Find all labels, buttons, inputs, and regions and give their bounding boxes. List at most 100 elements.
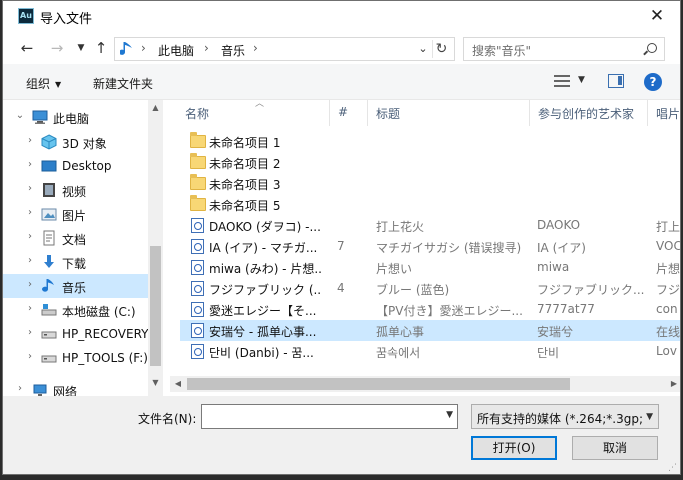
scroll-right-arrow-icon[interactable]: ▶ <box>666 376 680 392</box>
sidebar-item-label: 视频 <box>62 185 87 199</box>
sidebar-item-label: 网络 <box>53 385 78 396</box>
file-row[interactable]: 愛迷エレジー【そ... 【PV付き】愛迷エレジー... 7777at77 con <box>180 299 680 320</box>
chevron-down-icon[interactable]: ▼ <box>446 410 453 420</box>
sidebar-item-downloads[interactable]: › 下载 <box>3 250 148 274</box>
chevron-right-icon[interactable]: › <box>25 159 35 170</box>
navigation-pane: ⌄ 此电脑 › 3D 对象 › Desktop › 视频 › 图片 › 文档 ›… <box>3 100 163 396</box>
sidebar-item-hp-recovery[interactable]: › HP_RECOVERY <box>3 322 148 346</box>
folder-icon <box>190 174 206 190</box>
scrollbar-thumb[interactable] <box>150 246 161 366</box>
file-row[interactable]: 未命名项目 1 <box>180 131 680 152</box>
sidebar-item-documents[interactable]: › 文档 <box>3 226 148 250</box>
media-file-icon <box>191 260 204 275</box>
sidebar-item-this-pc[interactable]: ⌄ 此电脑 <box>3 105 148 129</box>
sidebar-item-hp-tools[interactable]: › HP_TOOLS (F:) <box>3 346 148 370</box>
filetype-select[interactable]: 所有支持的媒体 (*.264;*.3gp;* ▼ <box>471 404 659 429</box>
track-artist: 단비 <box>537 346 560 360</box>
new-folder-button[interactable]: 新建文件夹 <box>93 75 153 92</box>
up-button[interactable]: ↑ <box>91 38 111 58</box>
sidebar-item-pictures[interactable]: › 图片 <box>3 202 148 226</box>
organize-menu[interactable]: 组织 ▼ <box>26 75 61 92</box>
close-button[interactable]: ✕ <box>634 1 680 32</box>
help-icon[interactable]: ? <box>644 73 662 91</box>
column-header-album[interactable]: 唱片 <box>648 100 680 126</box>
chevron-right-icon[interactable]: › <box>25 183 35 194</box>
chevron-right-icon[interactable]: › <box>25 351 35 362</box>
folder-icon <box>190 132 206 148</box>
horizontal-scrollbar[interactable]: ◀ ▶ <box>170 376 680 392</box>
chevron-right-icon[interactable]: › <box>25 135 35 146</box>
open-button[interactable]: 打开(O) <box>471 436 557 460</box>
sidebar-item-music[interactable]: › 音乐 <box>3 274 148 298</box>
file-row[interactable]: 安瑞兮 - 孤单心事... 孤单心事 安瑞兮 在线 <box>180 320 681 341</box>
file-row[interactable]: フジファブリック (... 4 ブルー (蓝色) フジファブリック... フジ <box>180 278 680 299</box>
sidebar-item-videos[interactable]: › 视频 <box>3 178 148 202</box>
file-row[interactable]: IA (イア) - マチガ... 7 マチガイサガシ (错误搜寻) IA (イア) VO… <box>180 236 680 257</box>
back-button[interactable]: ← <box>17 38 37 58</box>
sidebar-scrollbar[interactable]: ▲ ▼ <box>148 100 163 396</box>
chevron-right-icon[interactable]: › <box>25 327 35 338</box>
refresh-button[interactable]: ↻ <box>432 40 450 58</box>
sidebar-item-3d-objects[interactable]: › 3D 对象 <box>3 130 148 154</box>
sidebar-item-local-disk-c[interactable]: › 本地磁盘 (C:) <box>3 298 148 322</box>
breadcrumb-separator: › <box>253 41 258 55</box>
file-row[interactable]: 未命名项目 5 <box>180 194 680 215</box>
scroll-left-arrow-icon[interactable]: ◀ <box>170 376 186 392</box>
track-number: 7 <box>337 239 345 253</box>
chevron-right-icon[interactable]: › <box>25 255 35 266</box>
recent-locations-button[interactable]: ▼ <box>71 38 91 58</box>
sidebar-item-label: HP_RECOVERY <box>62 327 149 341</box>
file-row[interactable]: 단비 (Danbi) - 꿈... 꿈속에서 단비 Lov <box>180 341 680 362</box>
sidebar-item-label: Desktop <box>62 159 112 173</box>
file-name: 愛迷エレジー【そ... <box>209 304 317 318</box>
file-name: DAOKO (ダヲコ) -... <box>209 220 321 234</box>
chevron-right-icon[interactable]: › <box>25 207 35 218</box>
chevron-right-icon[interactable]: › <box>25 231 35 242</box>
file-row[interactable]: 未命名项目 2 <box>180 152 680 173</box>
scroll-up-arrow-icon[interactable]: ▲ <box>148 100 163 115</box>
chevron-right-icon[interactable]: › <box>25 279 35 290</box>
column-header-artist[interactable]: 参与创作的艺术家 <box>530 100 648 126</box>
caret-down-icon: ▼ <box>55 80 62 89</box>
media-file-icon <box>191 218 204 233</box>
track-artist: フジファブリック... <box>537 283 645 297</box>
filename-input[interactable]: ▼ <box>201 404 458 429</box>
breadcrumb-music[interactable]: 音乐 <box>221 42 245 59</box>
column-header-name[interactable]: 名称 ︿ <box>177 100 330 126</box>
download-icon <box>44 255 54 268</box>
chevron-down-icon[interactable]: ⌄ <box>15 110 25 121</box>
chevron-right-icon[interactable]: › <box>25 303 35 314</box>
track-album: 在线 <box>656 325 681 339</box>
sidebar-item-label: 下载 <box>62 257 87 271</box>
drive-icon <box>41 304 57 316</box>
search-placeholder: 搜索"音乐" <box>472 44 532 58</box>
scrollbar-thumb[interactable] <box>187 378 570 390</box>
filetype-value: 所有支持的媒体 (*.264;*.3gp;* <box>477 412 649 426</box>
file-row[interactable]: 未命名项目 3 <box>180 173 680 194</box>
filename-label: 文件名(N): <box>138 412 197 426</box>
column-header-number[interactable]: # <box>330 100 368 126</box>
file-row[interactable]: miwa (みわ) - 片想... 片想い miwa 片想 <box>180 257 680 278</box>
forward-button[interactable]: → <box>47 38 67 58</box>
search-input[interactable]: 搜索"音乐" <box>463 37 665 61</box>
breadcrumb-this-pc[interactable]: 此电脑 <box>158 42 194 59</box>
address-bar[interactable]: › 此电脑 › 音乐 › ⌄ ↻ <box>114 37 455 61</box>
scroll-down-arrow-icon[interactable]: ▼ <box>148 375 163 390</box>
cancel-button[interactable]: 取消 <box>572 436 658 460</box>
music-icon <box>42 279 54 292</box>
preview-pane-icon[interactable] <box>608 74 624 88</box>
sidebar-item-network[interactable]: › 网络 <box>3 378 148 396</box>
breadcrumb-separator: › <box>204 41 209 55</box>
chevron-right-icon[interactable]: › <box>15 383 25 394</box>
view-dropdown-icon[interactable]: ▼ <box>578 75 585 85</box>
track-title: 打上花火 <box>376 220 425 234</box>
file-list: 名称 ︿ # 标题 参与创作的艺术家 唱片 未命名项目 1 未命名项目 2 未命名项… <box>170 100 681 396</box>
address-history-dropdown[interactable]: ⌄ <box>417 41 429 57</box>
view-options-icon[interactable] <box>554 74 570 88</box>
resize-grip-icon[interactable]: ⋰ <box>668 463 677 473</box>
column-header-title[interactable]: 标题 <box>368 100 530 126</box>
sidebar-item-desktop[interactable]: › Desktop <box>3 154 148 178</box>
file-name: 未命名项目 3 <box>209 178 281 192</box>
media-file-icon <box>191 302 204 317</box>
file-row[interactable]: DAOKO (ダヲコ) -... 打上花火 DAOKO 打上 <box>180 215 680 236</box>
